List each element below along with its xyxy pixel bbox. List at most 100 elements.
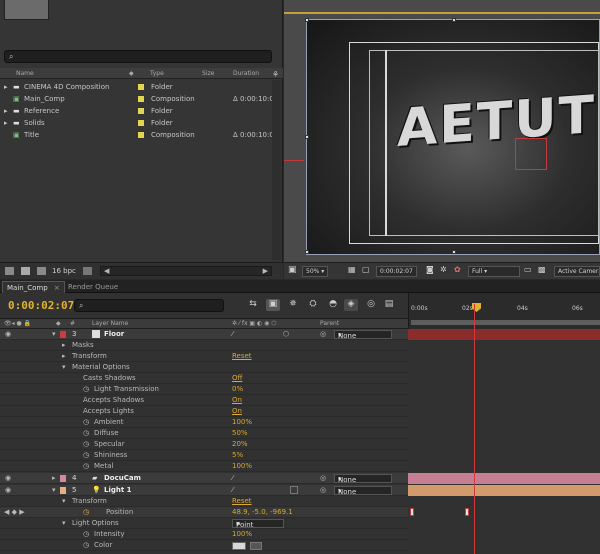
transform-handle[interactable] bbox=[305, 18, 309, 22]
light-type-dropdown[interactable]: Point ▾ bbox=[232, 519, 284, 529]
hide-shy-layers-icon[interactable]: ✵ bbox=[286, 299, 300, 311]
property-row[interactable]: ◷ Intensity 100% bbox=[0, 529, 408, 540]
twirl-icon[interactable]: ▾ bbox=[62, 363, 66, 371]
parent-dropdown[interactable]: None ▾ bbox=[334, 474, 392, 484]
stopwatch-icon[interactable]: ◷ bbox=[83, 451, 89, 459]
stopwatch-active-icon[interactable]: ◷ bbox=[83, 508, 89, 516]
transform-handle[interactable] bbox=[305, 135, 309, 139]
always-preview-icon[interactable]: ▣ bbox=[288, 265, 297, 275]
property-value[interactable]: 50% bbox=[232, 429, 248, 437]
label-swatch[interactable] bbox=[60, 475, 66, 482]
eye-icon[interactable]: ◉ bbox=[5, 486, 11, 494]
switch-icon[interactable]: ⁄ bbox=[232, 486, 233, 494]
layer-row[interactable]: ◉ ▸ 4 ▰ DocuCam ⁄ ◎ None ▾ bbox=[0, 473, 408, 484]
property-row[interactable]: ◷ Light Transmission 0% bbox=[0, 384, 408, 395]
property-row[interactable]: Accepts Shadows On bbox=[0, 395, 408, 406]
property-value[interactable]: On bbox=[232, 396, 242, 404]
layer-row[interactable]: ◉ ▾ 3 Floor ⁄ ⬡ ◎ None ▾ bbox=[0, 329, 408, 340]
property-value[interactable]: 100% bbox=[232, 530, 252, 538]
col-layer-name[interactable]: Layer Name bbox=[92, 320, 128, 327]
layer-name[interactable]: DocuCam bbox=[104, 474, 141, 482]
label-swatch[interactable] bbox=[60, 487, 66, 494]
parent-dropdown[interactable]: None ▾ bbox=[334, 486, 392, 496]
layer-duration-bar[interactable] bbox=[408, 329, 600, 340]
current-time-display[interactable]: 0:00:02:07 bbox=[376, 266, 417, 277]
layer-row[interactable]: ◉ ▾ 5 💡 Light 1 ⁄ ◎ None ▾ bbox=[0, 485, 408, 496]
twirl-down-icon[interactable]: ▾ bbox=[52, 486, 56, 494]
property-value[interactable]: 48.9, -5.0, -969.1 bbox=[232, 508, 293, 516]
stopwatch-icon[interactable]: ◷ bbox=[83, 541, 89, 549]
brainstorm-icon[interactable]: ◈ bbox=[344, 299, 358, 311]
property-value[interactable]: 5% bbox=[232, 451, 243, 459]
3d-layer-icon[interactable]: ⬡ bbox=[283, 330, 289, 338]
twirl-down-icon[interactable]: ▾ bbox=[52, 330, 56, 338]
property-value[interactable]: 20% bbox=[232, 440, 248, 448]
property-row[interactable]: ▾ Light Options Point ▾ bbox=[0, 518, 408, 529]
switch-icon[interactable]: ⁄ bbox=[232, 474, 233, 482]
switch-icon[interactable]: ⁄ bbox=[232, 330, 233, 338]
property-value[interactable]: Off bbox=[232, 374, 242, 382]
property-row[interactable]: ◷ Diffuse 50% bbox=[0, 428, 408, 439]
property-value[interactable]: Reset bbox=[232, 497, 252, 505]
property-row[interactable]: ◷ Color bbox=[0, 540, 408, 551]
light-bounding-box[interactable] bbox=[515, 138, 547, 170]
time-ruler[interactable]: 0:00s 02s 04s 06s bbox=[408, 293, 600, 329]
property-row[interactable]: ◷ Shininess 5% bbox=[0, 450, 408, 461]
twirl-right-icon[interactable]: ▸ bbox=[52, 474, 56, 482]
property-row[interactable]: ▾ Transform Reset bbox=[0, 496, 408, 507]
composition-mini-flowchart-icon[interactable]: ⇆ bbox=[246, 299, 260, 311]
keyframe-navigator-icon[interactable]: ◀ ◆ ▶ bbox=[4, 508, 25, 516]
twirl-icon[interactable]: ▸ bbox=[62, 341, 66, 349]
property-row[interactable]: ◷ Ambient 100% bbox=[0, 417, 408, 428]
color-swatch[interactable] bbox=[232, 542, 246, 550]
project-search-input[interactable]: ⌕ bbox=[4, 50, 272, 63]
adjustment-checkbox[interactable] bbox=[290, 486, 298, 494]
layer-duration-bar[interactable] bbox=[408, 473, 600, 484]
col-parent[interactable]: Parent bbox=[320, 320, 339, 327]
show-snapshot-icon[interactable]: ✲ bbox=[440, 265, 447, 274]
scroll-right-icon[interactable]: ▶ bbox=[263, 267, 268, 275]
av-features-icon[interactable]: 👁◂ ● 🔒 bbox=[4, 320, 31, 327]
grid-icon[interactable]: ▦ bbox=[348, 265, 356, 274]
new-folder-icon[interactable] bbox=[21, 267, 30, 275]
col-name[interactable]: Name bbox=[16, 70, 34, 77]
stopwatch-icon[interactable]: ◷ bbox=[83, 530, 89, 538]
project-scrollbar[interactable] bbox=[272, 80, 281, 260]
property-row[interactable]: ▸ Masks bbox=[0, 340, 408, 351]
mask-visibility-icon[interactable]: ▢ bbox=[362, 265, 370, 274]
stopwatch-icon[interactable]: ◷ bbox=[83, 385, 89, 393]
camera-snapshot-icon[interactable]: ◙ bbox=[426, 265, 434, 274]
stopwatch-icon[interactable]: ◷ bbox=[83, 429, 89, 437]
property-row[interactable]: Casts Shadows Off bbox=[0, 373, 408, 384]
trash-icon[interactable] bbox=[83, 267, 92, 275]
property-row[interactable]: ◷ Specular 20% bbox=[0, 439, 408, 450]
property-value[interactable]: Reset bbox=[232, 352, 252, 360]
property-row[interactable]: ▾ Material Options bbox=[0, 362, 408, 373]
layer-duration-bar[interactable] bbox=[408, 485, 600, 496]
property-row[interactable]: ◀ ◆ ▶ ◷ Position 48.9, -5.0, -969.1 bbox=[0, 507, 408, 518]
list-item[interactable]: ▸ ▬ CINEMA 4D Composition Folder bbox=[0, 81, 272, 93]
new-composition-icon[interactable] bbox=[37, 267, 46, 275]
horizontal-scrollbar[interactable]: ◀ ▶ bbox=[100, 266, 272, 276]
position-keyframe[interactable] bbox=[410, 508, 414, 516]
region-of-interest-icon[interactable]: ▭ bbox=[524, 265, 532, 274]
stopwatch-icon[interactable]: ◷ bbox=[83, 418, 89, 426]
flowchart-icon[interactable]: ⚘ bbox=[272, 70, 282, 80]
pickwhip-icon[interactable]: ◎ bbox=[320, 330, 326, 338]
interpret-footage-icon[interactable] bbox=[5, 267, 14, 275]
parent-dropdown[interactable]: None ▾ bbox=[334, 330, 392, 340]
layer-name[interactable]: Light 1 bbox=[104, 486, 132, 494]
stopwatch-icon[interactable]: ◷ bbox=[83, 440, 89, 448]
frame-blending-icon[interactable]: ⛭ bbox=[306, 299, 320, 311]
list-item[interactable]: ▣ Main_Comp Composition Δ 0:00:10:0 bbox=[0, 93, 274, 105]
list-item[interactable]: ▸ ▬ Reference Folder bbox=[0, 105, 272, 117]
col-size[interactable]: Size bbox=[202, 70, 214, 77]
label-swatch[interactable] bbox=[138, 96, 144, 102]
auto-keyframe-icon[interactable]: ▤ bbox=[382, 299, 396, 311]
label-swatch[interactable] bbox=[138, 120, 144, 126]
pickwhip-icon[interactable]: ◎ bbox=[320, 486, 326, 494]
list-item[interactable]: ▣ Title Composition Δ 0:00:10:0 bbox=[0, 129, 274, 141]
transform-handle[interactable] bbox=[452, 18, 456, 22]
resolution-dropdown[interactable]: Full ▾ bbox=[468, 266, 520, 277]
bpc-label[interactable]: 16 bpc bbox=[52, 267, 76, 275]
